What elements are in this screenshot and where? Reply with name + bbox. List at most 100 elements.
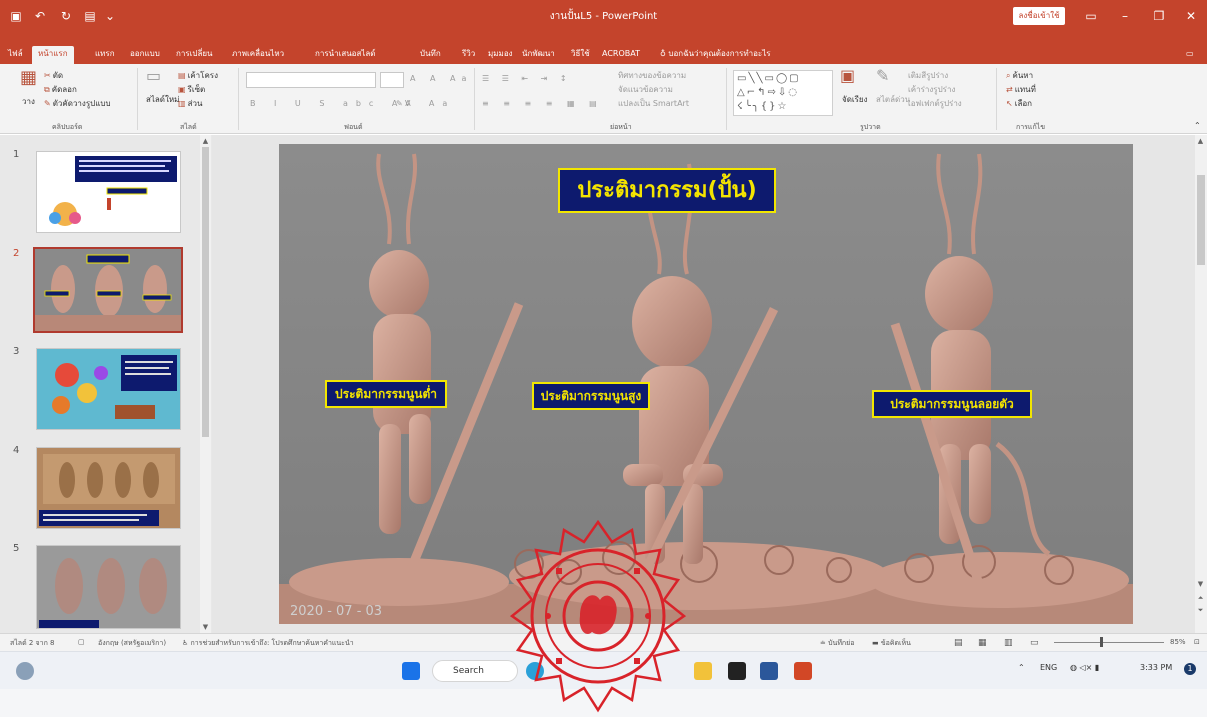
tab-insert[interactable]: แทรก: [95, 46, 115, 62]
comments-icon[interactable]: ▭: [1186, 46, 1194, 62]
shape-effects-button[interactable]: เอฟเฟกต์รูปร่าง: [908, 98, 962, 110]
tab-view[interactable]: มุมมอง: [488, 46, 513, 62]
word-icon[interactable]: [760, 662, 778, 680]
tab-review[interactable]: รีวิว: [462, 46, 475, 62]
powerpoint-taskbar-icon[interactable]: [794, 662, 812, 680]
reset-button[interactable]: ▣ รีเซ็ต: [178, 84, 205, 96]
list-buttons[interactable]: ☰ ☰ ⇤ ⇥ ↕: [482, 73, 572, 85]
clock[interactable]: 3:33 PM: [1140, 663, 1172, 672]
zoom-level[interactable]: 85%: [1170, 638, 1186, 646]
fit-to-window-icon[interactable]: ⊡: [1194, 638, 1200, 646]
weather-icon[interactable]: [16, 662, 34, 680]
slide-thumbnail-3[interactable]: [36, 348, 181, 430]
shape-outline-button[interactable]: เค้าร่างรูปร่าง: [908, 84, 955, 96]
find-button[interactable]: ⌕ ค้นหา: [1006, 70, 1033, 82]
ribbon-display-icon[interactable]: ▭: [1079, 6, 1103, 26]
file-explorer-icon[interactable]: [694, 662, 712, 680]
label-low-relief[interactable]: ประติมากรรมนูนต่ำ: [325, 380, 447, 408]
accessibility-status[interactable]: ♿ การช่วยสำหรับการเข้าถึง: โปรดศึกษาค้นห…: [182, 638, 354, 649]
label-high-relief[interactable]: ประติมากรรมนูนสูง: [532, 382, 650, 410]
close-button[interactable]: ✕: [1179, 6, 1203, 26]
font-format-buttons[interactable]: B I U S abc AV Aa: [250, 98, 455, 110]
slide-count: สไลด์ 2 จาก 8: [10, 639, 55, 647]
tab-design[interactable]: ออกแบบ: [130, 46, 160, 62]
tray-overflow-icon[interactable]: ⌃: [1018, 663, 1025, 672]
restore-button[interactable]: ❐: [1147, 6, 1171, 26]
align-buttons[interactable]: ≡ ≡ ≡ ≡ ▦ ▤: [482, 98, 603, 110]
zoom-slider-thumb[interactable]: [1100, 637, 1103, 647]
tab-record[interactable]: บันทึก: [420, 46, 441, 62]
slide-title[interactable]: ประติมากรรม(ปั้น): [558, 168, 776, 213]
label-in-the-round[interactable]: ประติมากรรมนูนลอยตัว: [872, 390, 1032, 418]
previous-slide-icon[interactable]: ⏶: [1196, 593, 1205, 603]
dropbox-icon[interactable]: [728, 662, 746, 680]
slide-thumbnail-5[interactable]: [36, 545, 181, 629]
slide-scrollbar[interactable]: ▲ ▼ ⏶ ⏷: [1195, 135, 1207, 633]
spellcheck-icon[interactable]: ▢: [78, 638, 85, 646]
notes-button[interactable]: ≐ บันทึกย่อ: [820, 638, 854, 649]
tab-transitions[interactable]: การเปลี่ยน: [176, 46, 213, 62]
slide-sorter-icon[interactable]: ▦: [978, 638, 987, 648]
tab-home[interactable]: หน้าแรก: [32, 46, 74, 64]
slide-thumbnail-2[interactable]: [33, 247, 183, 333]
font-size-input[interactable]: [380, 72, 404, 88]
input-language[interactable]: ENG: [1040, 663, 1057, 672]
layout-button[interactable]: ▤ เค้าโครง: [178, 70, 218, 82]
tab-file[interactable]: ไฟล์: [8, 46, 23, 62]
language-indicator[interactable]: อังกฤษ (สหรัฐอเมริกา): [98, 638, 166, 649]
new-slide-icon[interactable]: ▭: [146, 68, 161, 84]
sign-in-button[interactable]: ลงชื่อเข้าใช้: [1013, 7, 1065, 25]
collapse-ribbon-icon[interactable]: ⌃: [1194, 120, 1201, 132]
scroll-up-icon[interactable]: ▲: [1196, 136, 1205, 146]
slideshow-view-icon[interactable]: ▭: [1030, 638, 1039, 648]
new-slide-button[interactable]: สไลด์ใหม่: [146, 94, 179, 106]
font-size-buttons[interactable]: A A Aa: [410, 73, 472, 85]
tab-developer[interactable]: นักพัฒนา: [522, 46, 555, 62]
tell-me-box[interactable]: ♁ บอกฉันว่าคุณต้องการทำอะไร: [660, 46, 771, 62]
scroll-thumb[interactable]: [202, 147, 209, 437]
quick-styles-icon[interactable]: ✎: [876, 68, 889, 84]
tab-slideshow[interactable]: การนำเสนอสไลด์: [315, 46, 376, 62]
taskbar-search[interactable]: Search: [432, 660, 518, 682]
notes-icon: ≐: [820, 639, 829, 647]
slide-thumbnail-4[interactable]: [36, 447, 181, 529]
scroll-down-icon[interactable]: ▼: [1196, 579, 1205, 589]
paste-icon[interactable]: ▦: [20, 69, 37, 87]
windows-start-icon[interactable]: [402, 662, 420, 680]
arrange-button[interactable]: จัดเรียง: [842, 94, 868, 106]
zoom-slider[interactable]: [1054, 642, 1164, 643]
shape-fill-button[interactable]: เติมสีรูปร่าง: [908, 70, 948, 82]
tab-animations[interactable]: ภาพเคลื่อนไหว: [232, 46, 284, 62]
comments-button[interactable]: ▬ ข้อคิดเห็น: [872, 638, 911, 649]
text-direction-button[interactable]: ทิศทางของข้อความ: [618, 70, 686, 82]
font-name-input[interactable]: [246, 72, 376, 88]
tab-help[interactable]: วิธีใช้: [571, 46, 590, 62]
ribbon-tabs: ไฟล์ หน้าแรก แทรก ออกแบบ การเปลี่ยน ภาพเ…: [0, 42, 1207, 64]
slide-thumbnail-1[interactable]: [36, 151, 181, 233]
reading-view-icon[interactable]: ▥: [1004, 638, 1013, 648]
scroll-up-icon[interactable]: ▲: [201, 136, 210, 146]
copy-button[interactable]: ⧉ คัดลอก: [44, 84, 77, 96]
notification-badge[interactable]: 1: [1184, 663, 1196, 675]
next-slide-icon[interactable]: ⏷: [1196, 605, 1205, 615]
scroll-down-icon[interactable]: ▼: [201, 622, 210, 632]
convert-smartart-button[interactable]: แปลงเป็น SmartArt: [618, 98, 689, 110]
network-icon[interactable]: ◍ ◁× ▮: [1070, 663, 1099, 672]
minimize-button[interactable]: –: [1113, 6, 1137, 26]
normal-view-icon[interactable]: ▤: [954, 638, 963, 648]
cut-button[interactable]: ✂ ตัด: [44, 70, 63, 82]
shapes-gallery[interactable]: ▭╲╲▭◯▢ △⌐↰⇨⇩◌ ☇╰╮{}☆: [733, 70, 833, 116]
scroll-thumb[interactable]: [1197, 175, 1205, 265]
replace-button[interactable]: ⇄ แทนที่: [1006, 84, 1036, 96]
arrange-icon[interactable]: ▣: [840, 68, 855, 84]
thumbnail-scrollbar[interactable]: ▲ ▼: [200, 135, 211, 633]
highlight-color-icon[interactable]: ✎ A: [396, 98, 411, 110]
quick-styles-button[interactable]: สไตล์ด่วน: [876, 94, 910, 106]
cursor-icon: ↖: [1006, 99, 1013, 108]
tab-acrobat[interactable]: ACROBAT: [602, 46, 640, 62]
section-button[interactable]: ▥ ส่วน: [178, 98, 202, 110]
format-painter-button[interactable]: ✎ ตัวคัดวางรูปแบบ: [44, 98, 111, 110]
paste-button[interactable]: วาง: [22, 96, 35, 108]
align-text-button[interactable]: จัดแนวข้อความ: [618, 84, 673, 96]
select-button[interactable]: ↖ เลือก: [1006, 98, 1032, 110]
